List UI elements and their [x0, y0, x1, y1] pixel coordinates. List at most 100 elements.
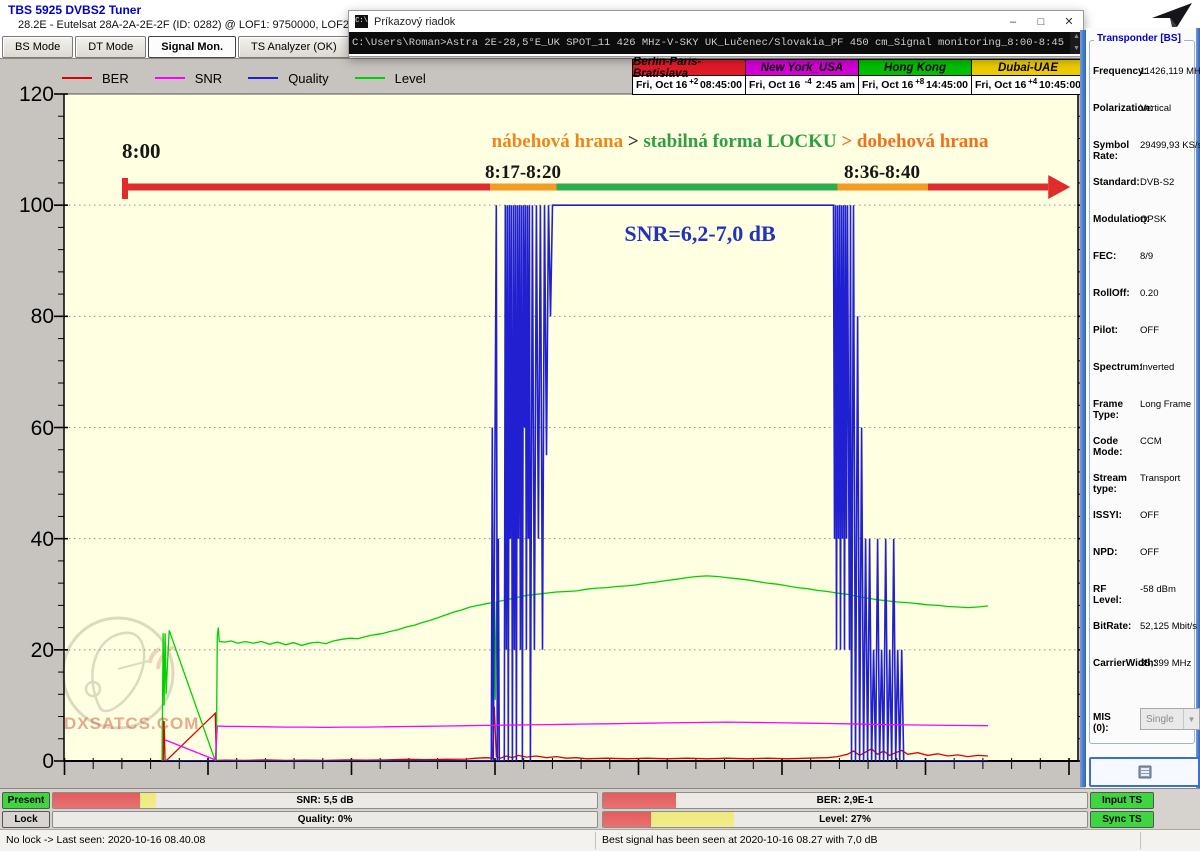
cmd-title-bar[interactable]: C:\ Príkazový riadok – □ ✕	[349, 11, 1083, 32]
tp-value-standard: DVB-S2	[1140, 177, 1174, 188]
chevron-down-icon: ▼	[1183, 709, 1199, 729]
tp-label-standard: Standard:	[1093, 177, 1140, 188]
clock-city-label: Dubai-UAE	[972, 60, 1084, 76]
clock-time: 10:45:00	[1039, 79, 1081, 91]
tab-ts-analyzer-ok-[interactable]: TS Analyzer (OK)	[238, 36, 350, 58]
y-tick-label-0: 0	[4, 750, 54, 774]
tp-value-spectrum: Inverted	[1140, 362, 1174, 373]
clock-date: Fri, Oct 16	[749, 79, 800, 91]
clock-date: Fri, Oct 16	[862, 79, 913, 91]
phase-annotation-part: stabilná forma LOCKU	[643, 131, 836, 152]
y-tick-label-80: 80	[4, 305, 54, 329]
cmd-window-title: Príkazový riadok	[374, 16, 999, 28]
cmd-prompt-icon: C:\	[355, 15, 368, 28]
clock-utc-offset: +4	[1026, 77, 1039, 86]
tp-value-frametype: Long Frame	[1140, 399, 1191, 410]
tp-label-fec: FEC:	[1093, 251, 1116, 262]
y-tick-label-120: 120	[4, 83, 54, 107]
maximize-button[interactable]: □	[1027, 11, 1055, 32]
lock-start-time-label: 8:17-8:20	[443, 162, 603, 184]
tp-label-bitrate: BitRate:	[1093, 621, 1131, 632]
progress-bar-snr: SNR: 5,5 dB	[52, 792, 598, 809]
stream-stack-icon	[1136, 765, 1154, 779]
signal-monitor-chart-area: BERSNRQualityLevel nábehová hrana > stab…	[0, 58, 1085, 788]
mode-tabs: BS ModeDT ModeSignal Mon.TS Analyzer (OK…	[2, 36, 350, 58]
phase-annotation-part: dobehová hrana	[857, 131, 988, 152]
indicator-present: Present	[2, 792, 50, 809]
tab-signal-mon-[interactable]: Signal Mon.	[148, 36, 236, 58]
clock-city-label: Berlin-Paris-Bratislava	[633, 60, 745, 76]
phase-annotation-part: nábehová hrana	[492, 131, 623, 152]
progress-bar-level: Level: 27%	[602, 811, 1088, 828]
minimize-button[interactable]: –	[999, 11, 1027, 32]
progress-bar-quality: Quality: 0%	[52, 811, 598, 828]
y-tick-label-40: 40	[4, 528, 54, 552]
tab-bs-mode[interactable]: BS Mode	[2, 36, 73, 58]
tp-value-streamtype: Transport	[1140, 473, 1180, 484]
status-divider	[1140, 832, 1141, 849]
world-clocks: Berlin-Paris-BratislavaFri, Oct 16+208:4…	[633, 59, 1085, 95]
clock-city-label: New York_USA	[746, 60, 858, 76]
tp-value-rflevel: -58 dBm	[1140, 584, 1176, 595]
mis-selected-value: Single	[1146, 714, 1174, 725]
tp-value-rolloff: 0.20	[1140, 288, 1159, 299]
transponder-panel-title: Transponder [BS]	[1094, 33, 1184, 44]
bar-value-label: SNR: 5,5 dB	[53, 793, 597, 808]
close-button[interactable]: ✕	[1055, 11, 1083, 32]
tp-label-codemode: Code Mode:	[1093, 436, 1122, 458]
clock-dubai-uae: Dubai-UAEFri, Oct 16+410:45:00	[971, 59, 1085, 95]
clock-utc-offset: +8	[913, 77, 926, 86]
indicator-lock: Lock	[2, 811, 50, 828]
tp-value-issyi: OFF	[1140, 510, 1159, 521]
clock-utc-offset: -4	[800, 77, 816, 86]
cmd-command-line: C:\Users\Roman>Astra 2E-28,5°E_UK SPOT_1…	[349, 32, 1070, 54]
clock-time-row: Fri, Oct 16+410:45:00	[972, 76, 1084, 94]
snr-range-annotation: SNR=6,2-7,0 dB	[560, 221, 840, 247]
tp-value-carrierwidth: 35,399 MHz	[1140, 658, 1191, 669]
lock-status-text: No lock -> Last seen: 2020-10-16 08.40.0…	[6, 834, 205, 846]
indicator-input-ts: Input TS	[1090, 792, 1154, 809]
tp-value-fec: 8/9	[1140, 251, 1153, 262]
clock-time: 14:45:00	[926, 79, 968, 91]
app-title: TBS 5925 DVBS2 Tuner	[8, 3, 141, 17]
scroll-down-icon[interactable]: ▼	[1073, 44, 1080, 54]
tab-dt-mode[interactable]: DT Mode	[75, 36, 146, 58]
watermark-text: DXSATCS.COM	[64, 714, 199, 734]
y-tick-label-60: 60	[4, 417, 54, 441]
tp-value-polarization: Vertical	[1140, 103, 1171, 114]
tp-label-spectrum: Spectrum:	[1093, 362, 1142, 373]
clock-city-label: Hong Kong	[859, 60, 971, 76]
tp-label-issyi: ISSYI:	[1093, 510, 1122, 521]
tp-label-symbolrate: Symbol Rate:	[1093, 140, 1129, 162]
tp-value-symbolrate: 29499,93 KS/s	[1140, 140, 1200, 151]
clock-time: 2:45 am	[816, 79, 855, 91]
y-tick-label-100: 100	[4, 194, 54, 218]
clock-hong-kong: Hong Kong Fri, Oct 16+814:45:00	[858, 59, 972, 95]
lock-end-time-label: 8:36-8:40	[802, 162, 962, 184]
tp-label-frequency: Frequency:	[1093, 66, 1147, 77]
tp-label-rolloff: RollOff:	[1093, 288, 1130, 299]
tp-label-npd: NPD:	[1093, 547, 1117, 558]
signal-status-panel: Present Lock Input TS Sync TS SNR: 5,5 dB Qua…	[0, 788, 1200, 829]
indicator-sync-ts: Sync TS	[1090, 811, 1154, 828]
clock-berlin-paris-bratislava: Berlin-Paris-BratislavaFri, Oct 16+208:4…	[632, 59, 746, 95]
best-signal-text: Best signal has been seen at 2020-10-16 …	[602, 834, 878, 846]
clock-time-row: Fri, Oct 16+208:45:00	[633, 76, 745, 94]
scroll-up-icon[interactable]: ▲	[1073, 32, 1080, 42]
progress-bar-ber: BER: 2,9E-1	[602, 792, 1088, 809]
clock-new-york-usa: New York_USA Fri, Oct 16-42:45 am	[745, 59, 859, 95]
bar-value-label: Quality: 0%	[53, 812, 597, 827]
tp-label-frametype: Frame Type:	[1093, 399, 1123, 421]
stream-reader-button[interactable]	[1089, 757, 1200, 787]
tp-label-rflevel: RF Level:	[1093, 584, 1122, 606]
bar-value-label: BER: 2,9E-1	[603, 793, 1087, 808]
cmd-console[interactable]: C:\Users\Roman>Astra 2E-28,5°E_UK SPOT_1…	[349, 32, 1083, 54]
app-window: { "window": { "title": "TBS 5925 DVBS2 T…	[0, 0, 1200, 850]
tp-value-pilot: OFF	[1140, 325, 1159, 336]
command-prompt-window: C:\ Príkazový riadok – □ ✕ C:\Users\Roma…	[348, 10, 1084, 57]
mis-dropdown[interactable]: Single ▼	[1140, 708, 1200, 730]
start-time-label: 8:00	[122, 139, 161, 164]
tp-label-pilot: Pilot:	[1093, 325, 1118, 336]
clock-time: 08:45:00	[700, 79, 742, 91]
clock-date: Fri, Oct 16	[975, 79, 1026, 91]
